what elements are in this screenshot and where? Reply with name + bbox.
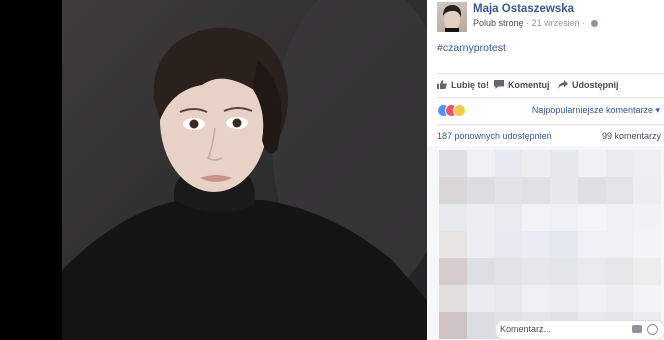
- post-date[interactable]: 21 wrzesień: [532, 18, 580, 28]
- portrait-illustration: [62, 0, 427, 340]
- post-header: Maja Ostaszewska Polub stronę · 21 wrzes…: [437, 2, 662, 32]
- date-separator: ·: [582, 18, 586, 28]
- post-stats: 187 ponownych udostępnień 99 komentarzy: [437, 131, 661, 141]
- share-button[interactable]: Udostępnij: [558, 80, 619, 90]
- like-label: Lubię to!: [451, 80, 489, 90]
- reactions-row: Najpopularniejsze komentarze ▾: [437, 102, 662, 118]
- shares-count-link[interactable]: 187 ponownych udostępnień: [437, 131, 552, 141]
- divider: [437, 97, 664, 98]
- emoji-icon[interactable]: [647, 324, 658, 335]
- comment-input-box: [495, 320, 664, 340]
- photo-viewer: [0, 0, 427, 340]
- post-photo[interactable]: [62, 0, 427, 340]
- comment-button[interactable]: Komentuj: [494, 80, 550, 90]
- meta-separator: ·: [526, 18, 530, 28]
- comments-count-link[interactable]: 99 komentarzy: [602, 131, 661, 141]
- sad-icon[interactable]: [453, 104, 466, 117]
- like-button[interactable]: Lubię to!: [437, 80, 489, 90]
- speech-bubble-icon: [494, 80, 504, 89]
- divider: [437, 124, 664, 125]
- globe-icon[interactable]: [590, 20, 598, 27]
- author-name[interactable]: Maja Ostaszewska: [473, 3, 574, 15]
- comment-sort-dropdown[interactable]: Najpopularniejsze komentarze ▾: [532, 105, 660, 116]
- share-label: Udostępnij: [572, 80, 619, 90]
- blurred-comments-area: [427, 146, 664, 340]
- divider: [437, 73, 664, 74]
- post-hashtag[interactable]: #czarnyprotest: [437, 42, 506, 54]
- thumbs-up-icon: [437, 80, 447, 89]
- avatar-image: [443, 5, 462, 32]
- pixelated-comments: [439, 150, 661, 340]
- post-side-panel: Maja Ostaszewska Polub stronę · 21 wrzes…: [427, 0, 664, 340]
- post-meta: Polub stronę · 21 wrzesień ·: [473, 18, 598, 28]
- share-arrow-icon: [558, 80, 568, 89]
- camera-icon[interactable]: [632, 325, 642, 333]
- post-actions: Lubię to! Komentuj Udostępnij: [437, 80, 662, 94]
- comment-input[interactable]: [500, 322, 620, 336]
- comment-label: Komentuj: [508, 80, 550, 90]
- author-avatar[interactable]: [437, 2, 467, 32]
- follow-page-link[interactable]: Polub stronę: [473, 18, 524, 28]
